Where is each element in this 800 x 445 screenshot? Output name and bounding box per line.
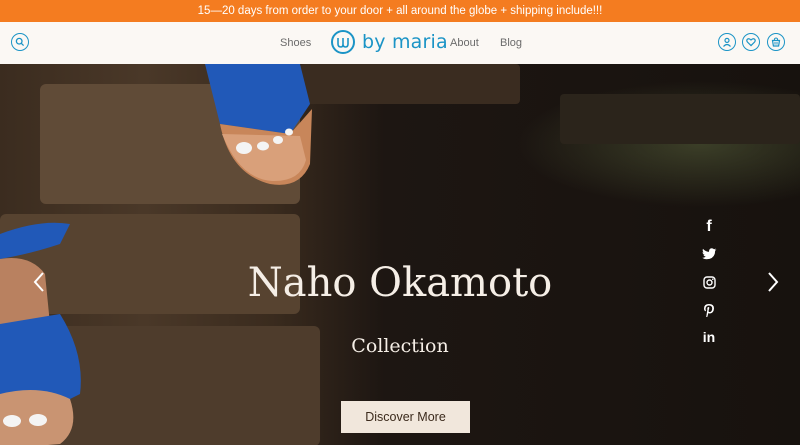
logo-mark-icon	[331, 30, 355, 54]
pinterest-icon[interactable]	[700, 301, 718, 319]
sandal-upper-image	[205, 64, 312, 185]
cart-basket-icon[interactable]	[767, 33, 785, 51]
instagram-icon[interactable]	[700, 273, 718, 291]
hero-subtitle: Collection	[351, 335, 449, 357]
announcement-banner: 15—20 days from order to your door + all…	[0, 0, 800, 22]
announcement-text: 15—20 days from order to your door + all…	[197, 5, 603, 17]
hero-slider: Naho Okamoto Collection Discover More f …	[0, 64, 800, 445]
linkedin-letters: in	[702, 329, 716, 345]
next-slide-arrow-icon[interactable]	[765, 270, 781, 294]
hero-title: Naho Okamoto	[247, 260, 553, 306]
linkedin-icon[interactable]: in	[700, 328, 718, 346]
account-icon[interactable]	[718, 33, 736, 51]
facebook-letter: f	[706, 218, 712, 235]
logo-text: by maria	[362, 31, 448, 53]
sandal-lower-image	[0, 222, 81, 445]
nav-link-blog[interactable]: Blog	[500, 37, 522, 49]
site-header: Shoes by maria About Blog	[0, 22, 800, 64]
brand-logo[interactable]: by maria	[331, 30, 448, 54]
search-icon[interactable]	[11, 33, 29, 51]
twitter-icon[interactable]	[700, 245, 718, 263]
facebook-icon[interactable]: f	[700, 218, 718, 236]
wishlist-heart-icon[interactable]	[742, 33, 760, 51]
nav-link-shoes[interactable]: Shoes	[280, 37, 311, 49]
nav-link-about[interactable]: About	[450, 37, 479, 49]
previous-slide-arrow-icon[interactable]	[31, 270, 47, 294]
discover-more-button[interactable]: Discover More	[341, 401, 470, 433]
